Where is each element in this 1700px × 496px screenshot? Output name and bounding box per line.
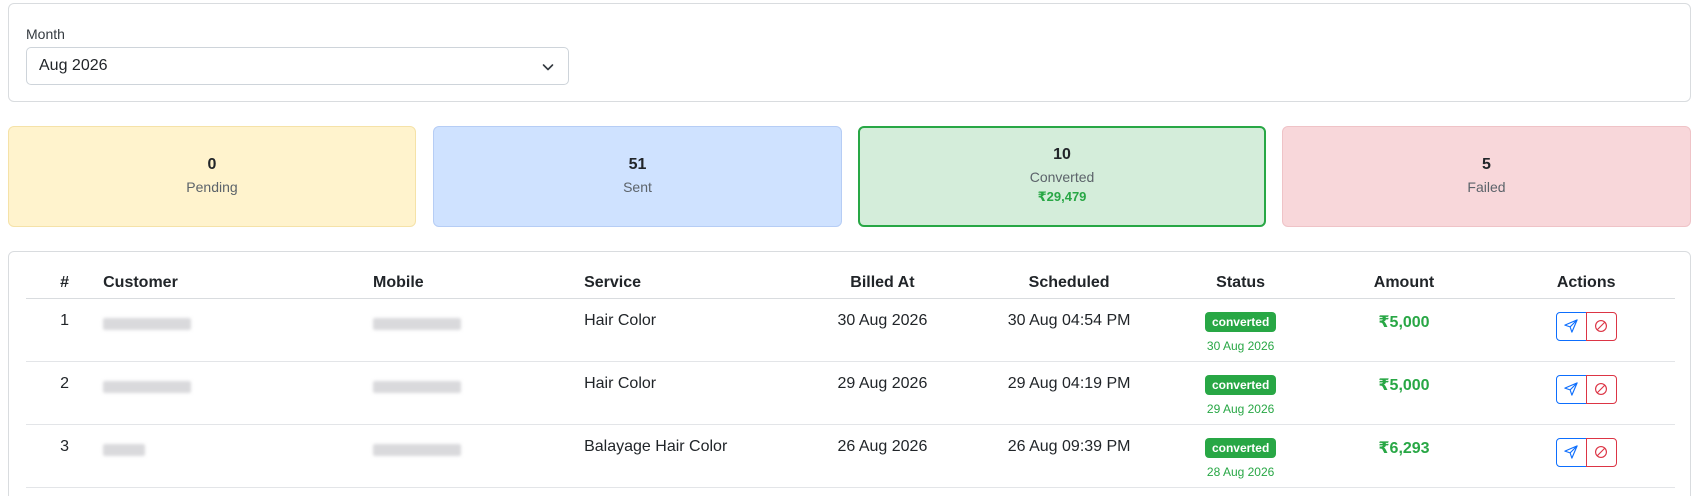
- sent-label: Sent: [623, 179, 652, 195]
- actions-cell: [1497, 424, 1675, 488]
- table-header-row: # Customer Mobile Service Billed At Sche…: [26, 266, 1675, 299]
- converted-amount: ₹29,479: [1037, 189, 1087, 204]
- reminders-table-card: # Customer Mobile Service Billed At Sche…: [8, 251, 1691, 496]
- amount-cell: ₹5,000: [1310, 361, 1498, 425]
- stat-card-sent[interactable]: 51 Sent: [433, 126, 842, 227]
- amount-value: ₹5,000: [1378, 376, 1430, 394]
- status-cell: converted 30 Aug 2026: [1170, 298, 1311, 362]
- month-filter-card: Month Aug 2026: [8, 3, 1691, 102]
- status-date: 30 Aug 2026: [1206, 338, 1275, 353]
- cancel-icon: [1595, 320, 1608, 332]
- header-mobile: Mobile: [373, 266, 585, 299]
- status-date: 29 Aug 2026: [1206, 401, 1275, 416]
- amount-cell: ₹6,293: [1310, 424, 1498, 488]
- pending-label: Pending: [186, 179, 238, 195]
- table-row: 2 Hair Color 29 Aug 2026 29 Aug 04:19 PM…: [26, 361, 1675, 425]
- cancel-button[interactable]: [1585, 311, 1617, 341]
- send-icon: [1564, 445, 1578, 459]
- billed-at-cell: 29 Aug 2026: [797, 361, 968, 425]
- status-date: 28 Aug 2026: [1206, 464, 1275, 479]
- header-scheduled: Scheduled: [967, 266, 1171, 299]
- scheduled-cell: 29 Aug 04:19 PM: [967, 361, 1171, 425]
- mobile-number-redacted: [373, 298, 585, 362]
- header-index: #: [26, 266, 104, 299]
- cancel-button[interactable]: [1585, 437, 1617, 467]
- row-index: 3: [26, 424, 104, 488]
- amount-value: ₹6,293: [1378, 439, 1430, 457]
- cancel-button[interactable]: [1585, 374, 1617, 404]
- send-button[interactable]: [1555, 437, 1587, 467]
- cancel-icon: [1595, 383, 1608, 395]
- header-status: Status: [1170, 266, 1311, 299]
- month-label: Month: [26, 26, 65, 42]
- amount-cell: ₹5,000: [1310, 298, 1498, 362]
- pending-count: 0: [207, 156, 217, 173]
- stat-card-failed[interactable]: 5 Failed: [1282, 126, 1691, 227]
- customer-name-redacted: [103, 298, 374, 362]
- failed-label: Failed: [1467, 179, 1506, 195]
- month-select-value: Aug 2026: [39, 57, 108, 74]
- send-icon: [1564, 319, 1578, 333]
- header-billed-at: Billed At: [797, 266, 968, 299]
- actions-cell: [1497, 298, 1675, 362]
- header-actions: Actions: [1497, 266, 1675, 299]
- reminders-table: # Customer Mobile Service Billed At Sche…: [26, 266, 1675, 488]
- row-index: 1: [26, 298, 104, 362]
- failed-count: 5: [1482, 156, 1491, 173]
- stat-card-converted[interactable]: 10 Converted ₹29,479: [858, 126, 1266, 227]
- sent-count: 51: [628, 156, 647, 173]
- status-badge: converted: [1204, 311, 1277, 332]
- row-index: 2: [26, 361, 104, 425]
- mobile-number-redacted: [373, 424, 585, 488]
- actions-cell: [1497, 361, 1675, 425]
- month-select[interactable]: Aug 2026: [26, 47, 569, 85]
- billed-at-cell: 26 Aug 2026: [797, 424, 968, 488]
- cancel-icon: [1595, 446, 1608, 458]
- send-button[interactable]: [1555, 374, 1587, 404]
- status-cell: converted 29 Aug 2026: [1170, 361, 1311, 425]
- converted-count: 10: [1053, 146, 1071, 163]
- table-row: 3 Balayage Hair Color 26 Aug 2026 26 Aug…: [26, 424, 1675, 488]
- status-badge: converted: [1204, 437, 1277, 458]
- service-cell: Balayage Hair Color: [584, 424, 798, 488]
- header-customer: Customer: [103, 266, 374, 299]
- service-cell: Hair Color: [584, 361, 798, 425]
- row-actions: [1555, 374, 1617, 404]
- table-row: 1 Hair Color 30 Aug 2026 30 Aug 04:54 PM…: [26, 298, 1675, 362]
- customer-name-redacted: [103, 424, 374, 488]
- scheduled-cell: 30 Aug 04:54 PM: [967, 298, 1171, 362]
- amount-value: ₹5,000: [1378, 313, 1430, 331]
- converted-label: Converted: [1029, 169, 1095, 185]
- row-actions: [1555, 437, 1617, 467]
- chevron-down-icon: [542, 64, 554, 71]
- stat-card-pending[interactable]: 0 Pending: [8, 126, 416, 227]
- customer-name-redacted: [103, 361, 374, 425]
- send-button[interactable]: [1555, 311, 1587, 341]
- row-actions: [1555, 311, 1617, 341]
- mobile-number-redacted: [373, 361, 585, 425]
- send-icon: [1564, 382, 1578, 396]
- header-amount: Amount: [1310, 266, 1498, 299]
- status-cell: converted 28 Aug 2026: [1170, 424, 1311, 488]
- billed-at-cell: 30 Aug 2026: [797, 298, 968, 362]
- header-service: Service: [584, 266, 798, 299]
- scheduled-cell: 26 Aug 09:39 PM: [967, 424, 1171, 488]
- status-badge: converted: [1204, 374, 1277, 395]
- service-cell: Hair Color: [584, 298, 798, 362]
